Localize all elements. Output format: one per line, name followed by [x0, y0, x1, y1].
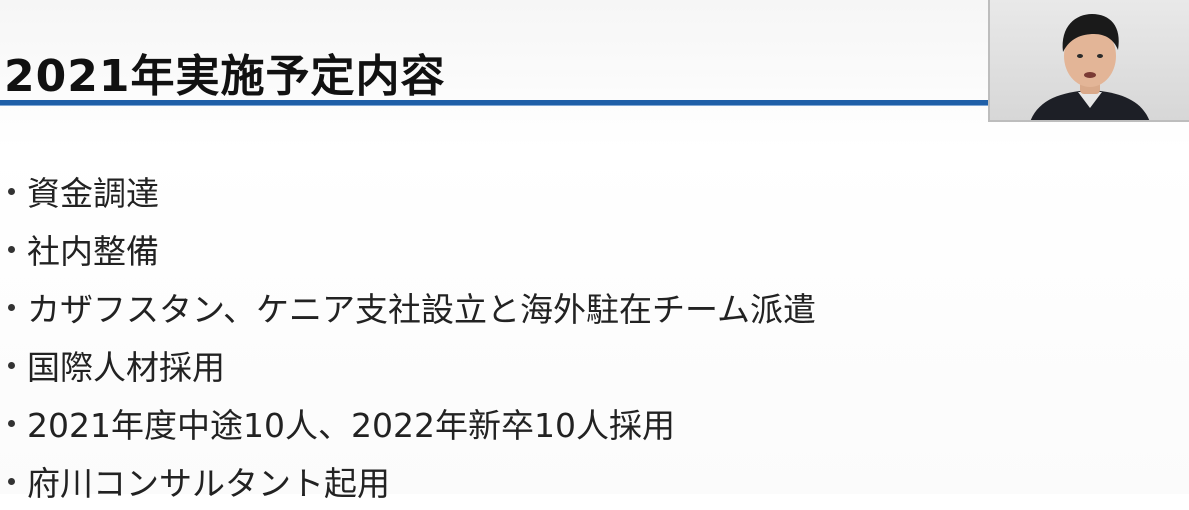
bullet-icon	[8, 187, 15, 195]
list-item-text: 社内整備	[27, 232, 159, 271]
bullet-icon	[8, 477, 15, 485]
bullet-icon	[8, 419, 15, 427]
list-item: 府川コンサルタント起用	[0, 452, 816, 510]
bullet-list: 資金調達 社内整備 カザフスタン、ケニア支社設立と海外駐在チーム派遣 国際人材採…	[0, 162, 816, 510]
slide-title: 2021年実施予定内容	[4, 51, 446, 102]
presenter-video-tile[interactable]	[988, 0, 1189, 122]
list-item: 2021年度中途10人、2022年新卒10人採用	[0, 394, 816, 452]
list-item: 資金調達	[0, 162, 816, 220]
list-item-text: 資金調達	[27, 174, 159, 213]
list-item: 社内整備	[0, 220, 816, 278]
bullet-icon	[8, 361, 15, 369]
title-divider	[0, 100, 990, 106]
presenter-video-icon	[1030, 14, 1150, 120]
list-item-text: カザフスタン、ケニア支社設立と海外駐在チーム派遣	[27, 290, 817, 329]
list-item: 国際人材採用	[0, 336, 816, 394]
bullet-icon	[8, 245, 15, 253]
list-item-text: 国際人材採用	[27, 348, 225, 387]
bullet-icon	[8, 303, 15, 311]
list-item: カザフスタン、ケニア支社設立と海外駐在チーム派遣	[0, 278, 816, 336]
list-item-text: 2021年度中途10人、2022年新卒10人採用	[27, 406, 675, 445]
list-item-text: 府川コンサルタント起用	[27, 464, 390, 503]
